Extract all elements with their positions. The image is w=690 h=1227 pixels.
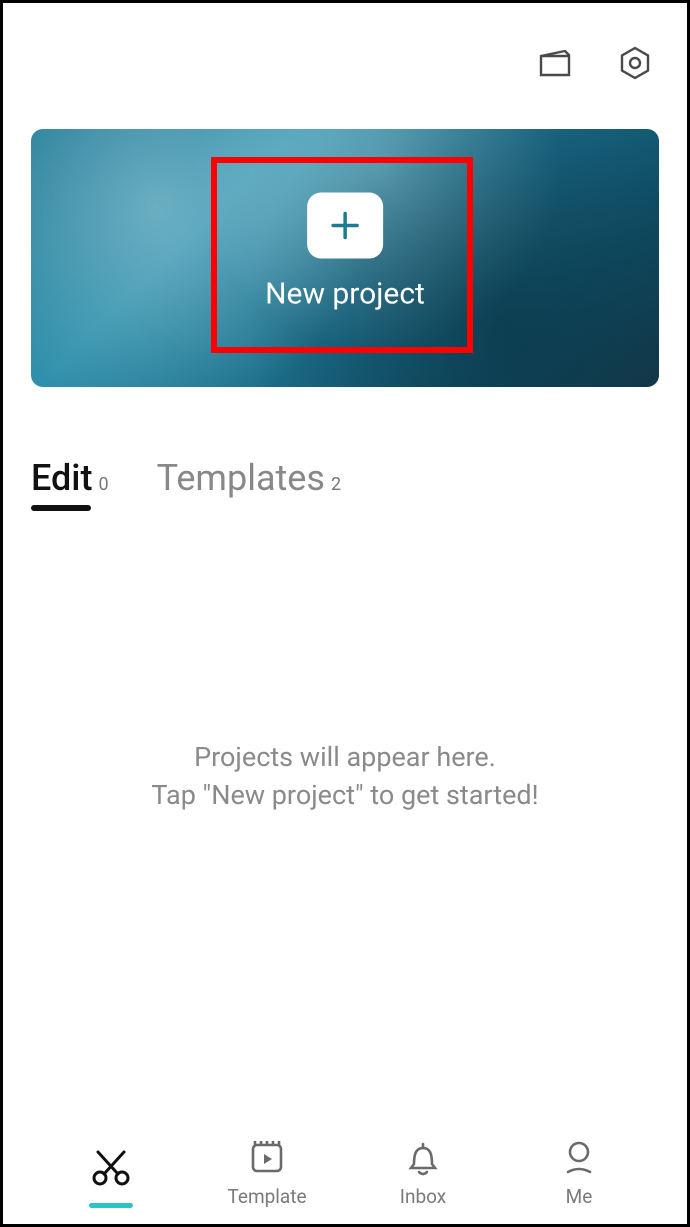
nav-inbox-label: Inbox	[400, 1185, 446, 1208]
nav-edit[interactable]	[33, 1145, 189, 1208]
nav-template-label: Template	[227, 1185, 306, 1208]
project-tabs: Edit 0 Templates 2	[3, 387, 687, 499]
template-icon	[246, 1135, 288, 1179]
wallet-icon[interactable]	[535, 43, 575, 83]
top-bar	[3, 3, 687, 123]
nav-me[interactable]: Me	[501, 1135, 657, 1208]
empty-state: Projects will appear here. Tap "New proj…	[3, 739, 687, 815]
new-project-button[interactable]: New project	[265, 193, 425, 312]
tab-edit[interactable]: Edit 0	[31, 457, 109, 499]
empty-state-line1: Projects will appear here.	[43, 739, 647, 777]
tab-edit-count: 0	[98, 474, 108, 495]
nav-template[interactable]: Template	[189, 1135, 345, 1208]
hero-banner: New project	[31, 129, 659, 387]
scissors-icon	[88, 1145, 134, 1189]
nav-inbox[interactable]: Inbox	[345, 1135, 501, 1208]
bottom-nav: Template Inbox Me	[3, 1114, 687, 1224]
tab-edit-label: Edit	[31, 457, 92, 499]
tab-templates[interactable]: Templates 2	[157, 457, 342, 499]
nav-active-indicator	[89, 1203, 133, 1208]
empty-state-line2: Tap "New project" to get started!	[43, 777, 647, 815]
settings-icon[interactable]	[615, 43, 655, 83]
tab-templates-label: Templates	[157, 457, 325, 499]
profile-icon	[558, 1135, 600, 1179]
new-project-label: New project	[265, 277, 425, 312]
plus-icon	[307, 193, 383, 259]
bell-icon	[402, 1135, 444, 1179]
tab-templates-count: 2	[331, 474, 341, 495]
nav-me-label: Me	[566, 1185, 593, 1208]
